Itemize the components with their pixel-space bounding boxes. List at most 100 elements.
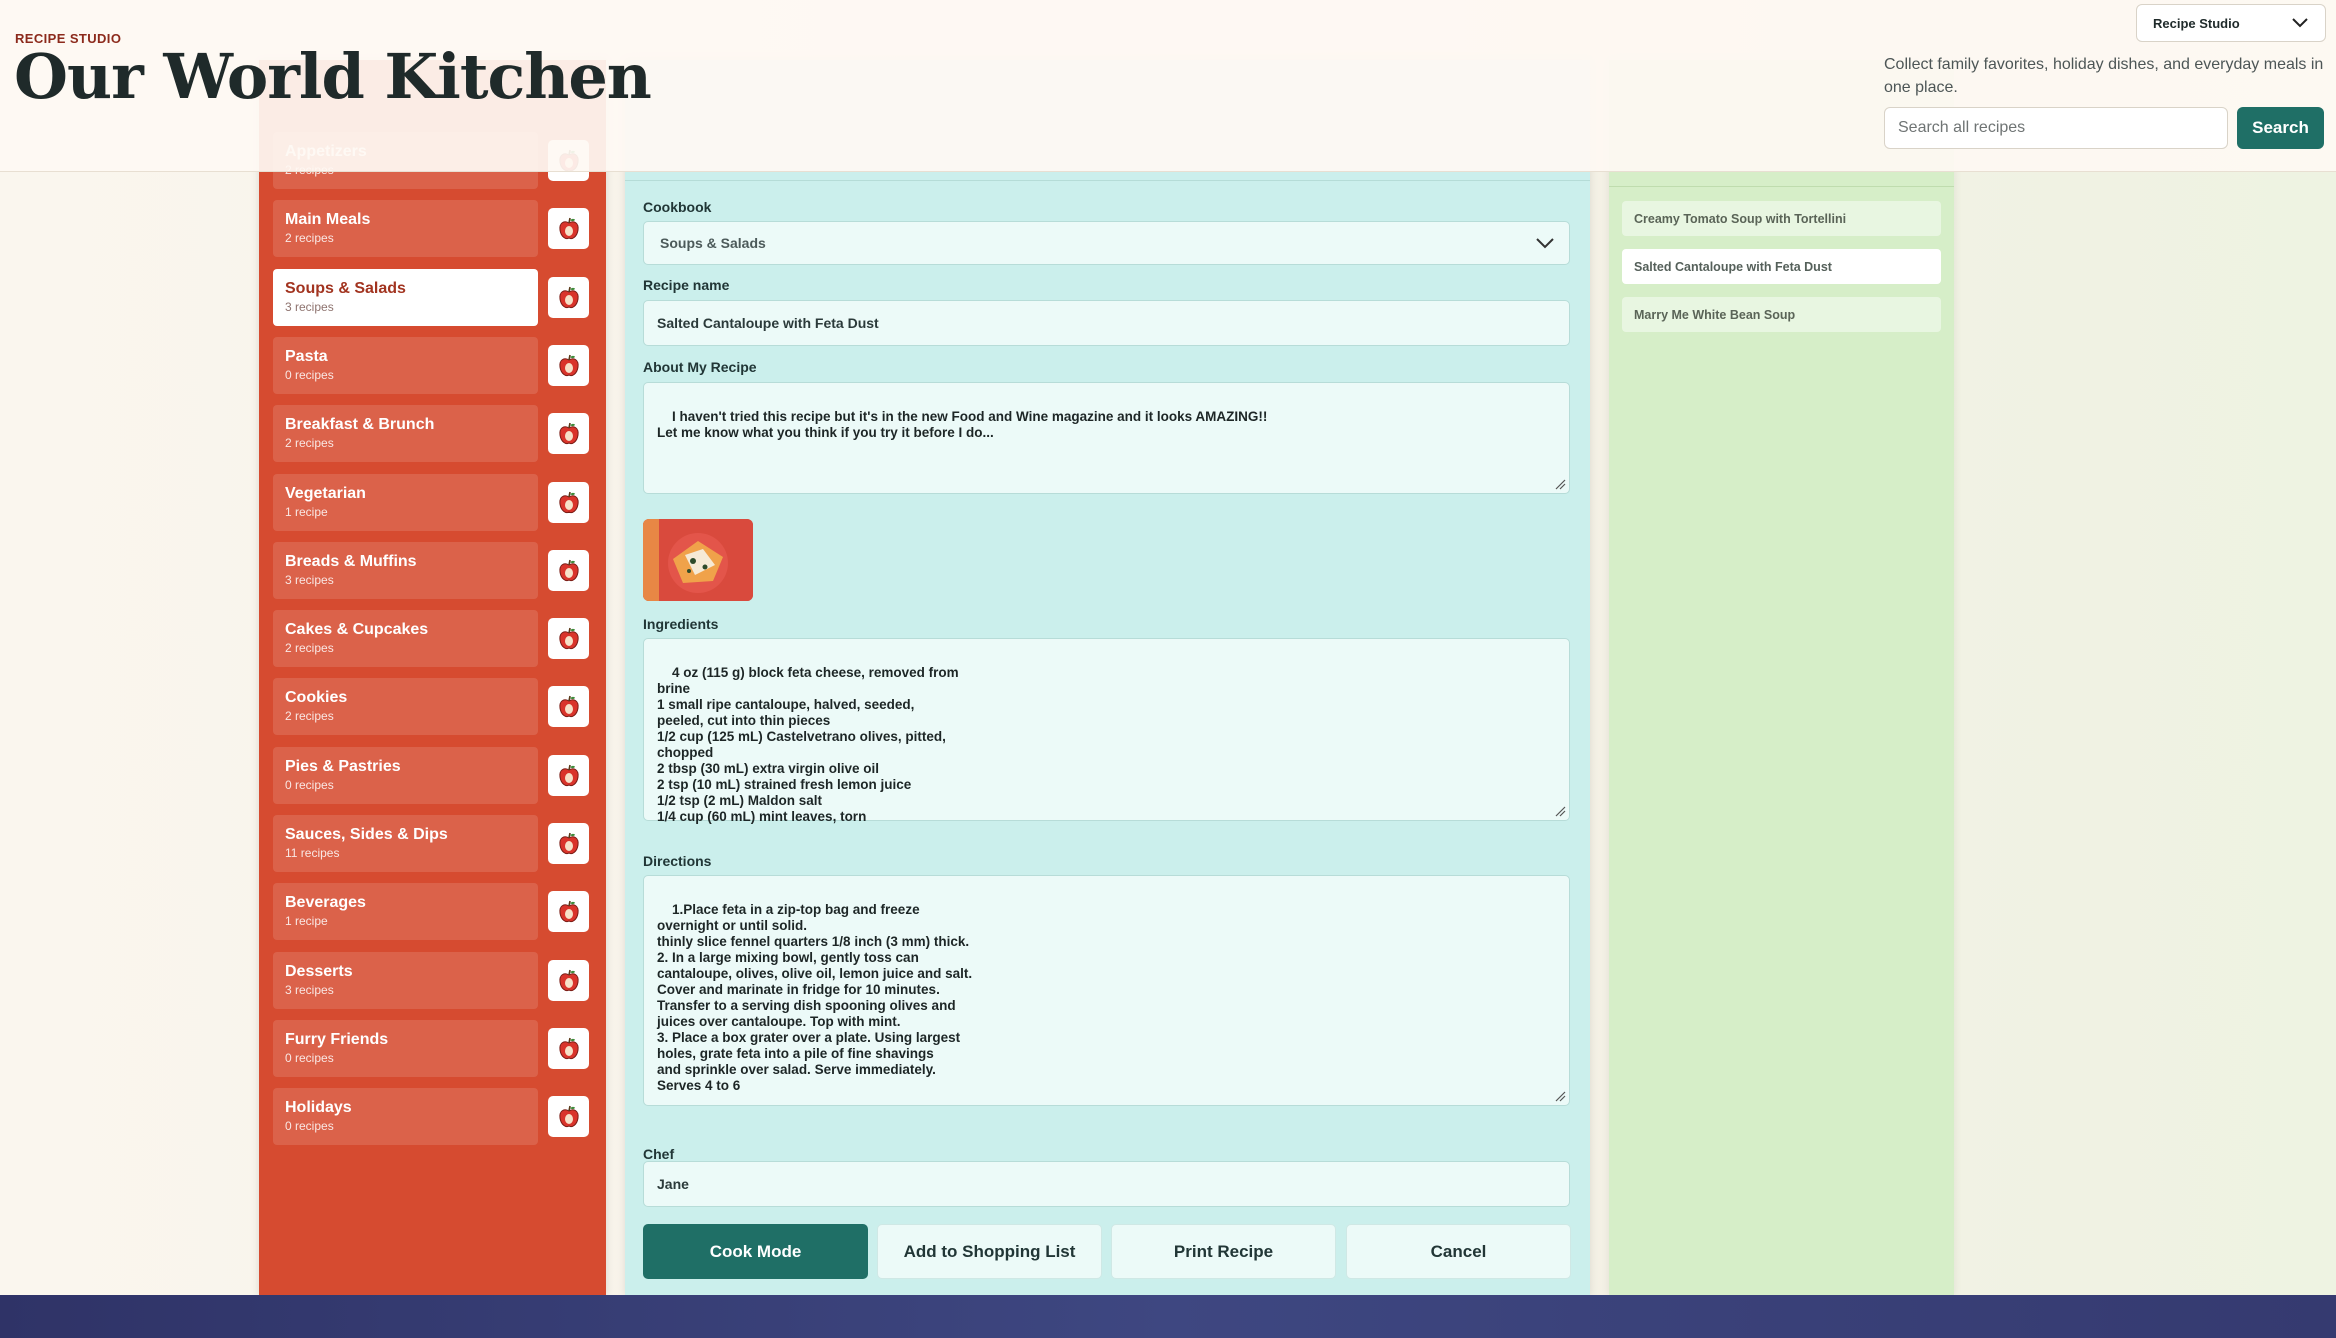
sidebar-item-category[interactable]: Main Meals 2 recipes [273,200,538,257]
category-name: Desserts [285,963,353,980]
add-to-shopping-list-button[interactable]: Add to Shopping List [877,1224,1102,1279]
search-input[interactable] [1884,107,2228,149]
chef-label: Chef [643,1146,675,1162]
recipe-list-item[interactable]: Creamy Tomato Soup with Tortellini [1622,201,1941,236]
recipe-list-item[interactable]: Salted Cantaloupe with Feta Dust [1622,249,1941,284]
apple-icon [558,217,579,239]
ingredients-text: 4 oz (115 g) block feta cheese, removed … [657,665,959,824]
chevron-down-icon [2292,18,2308,28]
category-apple-button[interactable] [548,755,589,796]
recipe-list-item[interactable]: Marry Me White Bean Soup [1622,297,1941,332]
sidebar-item-category[interactable]: Cookies 2 recipes [273,678,538,735]
recipe-photo[interactable] [643,519,753,601]
category-count: 1 recipe [285,914,328,928]
footer-bar [0,1295,2336,1338]
ingredients-textarea[interactable]: 4 oz (115 g) block feta cheese, removed … [643,638,1570,824]
sidebar-item-category[interactable]: Breakfast & Brunch 2 recipes [273,405,538,462]
category-count: 0 recipes [285,368,334,382]
category-count: 0 recipes [285,778,334,792]
resize-grip-icon[interactable] [1554,478,1566,490]
resize-grip-icon[interactable] [1554,1090,1566,1102]
apple-icon [558,832,579,854]
category-name: Cakes & Cupcakes [285,621,429,638]
category-count: 0 recipes [285,1119,334,1133]
category-apple-button[interactable] [548,823,589,864]
recipe-name-label: Recipe name [643,277,730,293]
studio-select[interactable]: Recipe Studio [2136,4,2326,42]
cookbook-select[interactable]: Soups & Salads [643,221,1570,265]
category-count: 2 recipes [285,641,334,655]
category-apple-button[interactable] [548,618,589,659]
category-apple-button[interactable] [548,208,589,249]
studio-select-value: Recipe Studio [2153,15,2240,31]
sidebar-item-category[interactable]: Pies & Pastries 0 recipes [273,747,538,804]
category-name: Sauces, Sides & Dips [285,826,448,843]
apple-icon [558,1105,579,1127]
category-apple-button[interactable] [548,1028,589,1069]
sidebar-item-category[interactable]: Pasta 0 recipes [273,337,538,394]
category-count: 11 recipes [285,846,340,860]
tagline: Collect family favorites, holiday dishes… [1884,56,2324,96]
category-name: Furry Friends [285,1031,389,1048]
directions-textarea[interactable]: 1.Place feta in a zip-top bag and freeze… [643,875,1570,1106]
about-textarea[interactable]: I haven't tried this recipe but it's in … [643,382,1570,494]
category-count: 3 recipes [285,573,334,587]
app-header: RECIPE STUDIO Our World Kitchen Recipe S… [0,0,2336,172]
sidebar-item-category[interactable]: Furry Friends 0 recipes [273,1020,538,1077]
category-apple-button[interactable] [548,413,589,454]
category-apple-button[interactable] [548,891,589,932]
category-name: Breakfast & Brunch [285,416,435,433]
category-count: 1 recipe [285,505,328,519]
chef-field[interactable]: Jane [643,1161,1570,1207]
apple-icon [558,354,579,376]
category-apple-button[interactable] [548,277,589,318]
chevron-down-icon [1536,238,1554,249]
sidebar-item-category[interactable]: Holidays 0 recipes [273,1088,538,1145]
category-apple-button[interactable] [548,345,589,386]
category-name: Vegetarian [285,485,366,502]
print-recipe-button[interactable]: Print Recipe [1111,1224,1336,1279]
sidebar-item-category[interactable]: Cakes & Cupcakes 2 recipes [273,610,538,667]
recipe-name-field[interactable]: Salted Cantaloupe with Feta Dust [643,300,1570,346]
category-apple-button[interactable] [548,1096,589,1137]
recipe-list-panel: Creamy Tomato Soup with Tortellini Salted… [1609,60,1954,1296]
sidebar-item-category[interactable]: Breads & Muffins 3 recipes [273,542,538,599]
category-name: Main Meals [285,211,371,228]
category-apple-button[interactable] [548,550,589,591]
apple-icon [558,695,579,717]
category-name: Pasta [285,348,328,365]
resize-grip-icon[interactable] [1554,805,1566,817]
directions-label: Directions [643,853,712,869]
category-apple-button[interactable] [548,482,589,523]
category-name: Beverages [285,894,366,911]
apple-icon [558,422,579,444]
category-count: 2 recipes [285,436,334,450]
sidebar-item-category[interactable]: Soups & Salads 3 recipes [273,269,538,326]
category-name: Soups & Salads [285,280,406,297]
cancel-button[interactable]: Cancel [1346,1224,1571,1279]
recipe-editor: Cookbook Soups & Salads Recipe name Salt… [625,60,1590,1296]
about-text: I haven't tried this recipe but it's in … [657,409,1268,440]
directions-text: 1.Place feta in a zip-top bag and freeze… [657,902,973,1093]
cookbook-label: Cookbook [643,199,712,215]
cook-mode-button[interactable]: Cook Mode [643,1224,868,1279]
category-name: Breads & Muffins [285,553,417,570]
category-apple-button[interactable] [548,960,589,1001]
apple-icon [558,627,579,649]
apple-icon [558,969,579,991]
category-name: Cookies [285,689,348,706]
search-button[interactable]: Search [2237,107,2324,149]
recipe-photo-image [643,519,753,601]
category-count: 0 recipes [285,1051,334,1065]
sidebar-item-category[interactable]: Desserts 3 recipes [273,952,538,1009]
sidebar-item-category[interactable]: Beverages 1 recipe [273,883,538,940]
category-count: 2 recipes [285,231,334,245]
category-name: Pies & Pastries [285,758,401,775]
category-name: Holidays [285,1099,352,1116]
category-count: 3 recipes [285,300,334,314]
apple-icon [558,764,579,786]
sidebar-item-category[interactable]: Sauces, Sides & Dips 11 recipes [273,815,538,872]
category-apple-button[interactable] [548,686,589,727]
apple-icon [558,900,579,922]
sidebar-item-category[interactable]: Vegetarian 1 recipe [273,474,538,531]
